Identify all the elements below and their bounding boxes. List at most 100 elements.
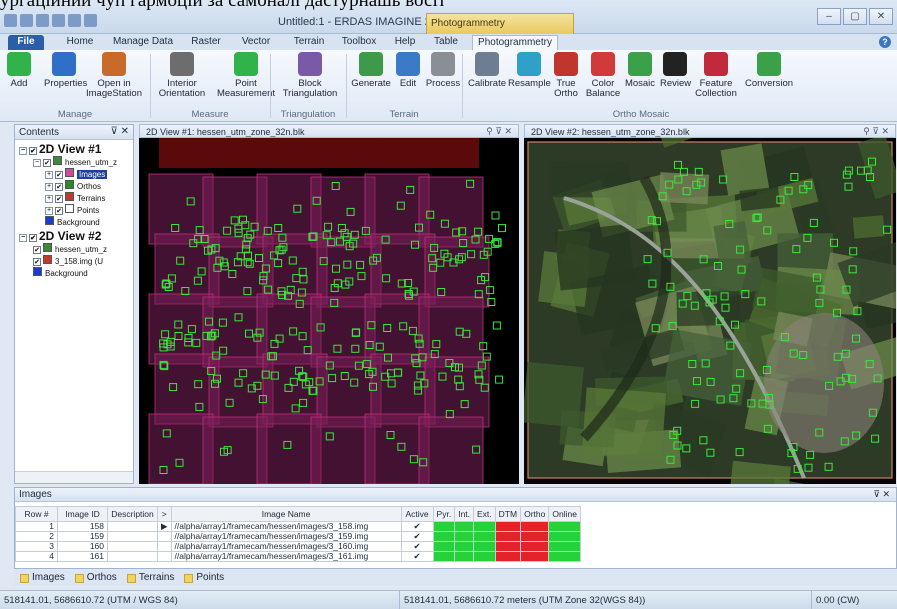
tree-item[interactable]: + ✔ Images <box>45 168 108 180</box>
undo-icon[interactable] <box>52 14 65 27</box>
visibility-checkbox[interactable]: ✔ <box>55 183 63 191</box>
color-balance-button[interactable]: Color Balance <box>585 52 621 108</box>
tab-manage-data[interactable]: Manage Data <box>112 35 174 50</box>
help-icon[interactable]: ? <box>879 36 891 48</box>
ribbon-button-label: Properties <box>44 78 88 89</box>
visibility-checkbox[interactable]: ✔ <box>33 246 41 254</box>
cell-name: //alpha/array1/framecam/hessen/images/3_… <box>170 521 402 532</box>
imagestation-button[interactable]: Open in ImageStation <box>84 52 144 108</box>
process-gear-button[interactable]: Process <box>424 52 462 108</box>
tree-item[interactable]: ✔ hessen_utm_z <box>33 243 107 255</box>
mosaic-button[interactable]: Mosaic <box>623 52 657 108</box>
tab-vector[interactable]: Vector <box>236 35 276 50</box>
feature-collection-icon <box>704 52 728 76</box>
add-button[interactable]: Add <box>2 52 36 108</box>
tree-item[interactable]: Background <box>33 267 88 279</box>
expand-toggle-icon[interactable]: + <box>45 207 53 215</box>
column-header[interactable]: Pyr. <box>432 506 456 522</box>
column-header[interactable]: Active <box>400 506 434 522</box>
triangulation-button[interactable]: Block Triangulation <box>280 52 340 108</box>
generate-button[interactable]: Generate <box>351 52 391 108</box>
true-ortho-button[interactable]: True Ortho <box>551 52 581 108</box>
column-header[interactable]: Image Name <box>170 506 402 522</box>
tab-table[interactable]: Table <box>430 35 462 50</box>
expand-toggle-icon[interactable]: + <box>45 171 53 179</box>
column-header[interactable]: Image ID <box>57 506 108 522</box>
status-cell-green <box>473 551 496 562</box>
field-parcel <box>852 215 885 239</box>
tab-orthos[interactable]: Orthos <box>74 570 117 586</box>
conversion-button[interactable]: Conversion <box>743 52 795 108</box>
expand-toggle-icon[interactable]: + <box>45 195 53 203</box>
save-icon[interactable] <box>36 14 49 27</box>
panel-controls[interactable]: ⊽ ✕ <box>111 126 129 137</box>
column-header[interactable]: > <box>157 506 172 522</box>
table-row[interactable]: 3 160 //alpha/array1/framecam/hessen/image… <box>15 541 581 552</box>
visibility-checkbox[interactable]: ✔ <box>55 195 63 203</box>
tab-home[interactable]: Home <box>60 35 100 50</box>
column-header[interactable]: Ortho <box>520 506 550 522</box>
visibility-checkbox[interactable]: ✔ <box>33 258 41 266</box>
feature-collection-button[interactable]: Feature Collection <box>693 52 739 108</box>
status-cell-red <box>494 541 522 552</box>
edit-button[interactable]: Edit <box>395 52 421 108</box>
color-balance-icon <box>591 52 615 76</box>
column-header[interactable]: DTM <box>494 506 522 522</box>
column-header[interactable]: Ext. <box>473 506 496 522</box>
view1-canvas[interactable] <box>139 138 519 484</box>
visibility-checkbox[interactable]: ✔ <box>55 171 63 179</box>
column-header[interactable]: Row # <box>15 506 58 522</box>
tab-images[interactable]: Images <box>20 570 65 586</box>
tree-item[interactable]: + ✔ Points <box>45 204 99 216</box>
tree-item[interactable]: − ✔ hessen_utm_z <box>33 156 117 168</box>
interior-orientation-button[interactable]: Interior Orientation <box>156 52 208 108</box>
visibility-checkbox[interactable]: ✔ <box>29 147 37 155</box>
column-header[interactable]: Online <box>548 506 581 522</box>
table-row[interactable]: 4 161 //alpha/array1/framecam/hessen/image… <box>15 551 581 562</box>
view2-controls[interactable]: ⚲ ⊽ ✕ <box>863 126 889 137</box>
column-header[interactable]: Int. <box>454 506 475 522</box>
open-icon[interactable] <box>20 14 33 27</box>
tree-item-label: Images <box>77 170 108 179</box>
view2-canvas[interactable] <box>524 138 896 484</box>
tree-item[interactable]: Background <box>45 216 100 228</box>
tree-item[interactable]: ✔ 3_158.img (U <box>33 255 103 267</box>
tab-terrains[interactable]: Terrains <box>126 570 174 586</box>
visibility-checkbox[interactable]: ✔ <box>43 159 51 167</box>
panel-controls[interactable]: ⊽ ✕ <box>873 489 890 500</box>
point-measurement-button[interactable]: Point Measurement <box>214 52 278 108</box>
tab-file[interactable]: File <box>8 35 44 50</box>
tab-raster[interactable]: Raster <box>186 35 226 50</box>
expand-toggle-icon[interactable]: − <box>33 159 41 167</box>
visibility-checkbox[interactable]: ✔ <box>55 207 63 215</box>
image-frame <box>424 236 490 308</box>
expand-toggle-icon[interactable]: − <box>19 234 27 242</box>
cell-desc <box>107 541 158 552</box>
tab-toolbox[interactable]: Toolbox <box>338 35 380 50</box>
view1-controls[interactable]: ⚲ ⊽ ✕ <box>486 126 512 137</box>
resample-button[interactable]: Resample <box>508 52 551 108</box>
tab-photogrammetry[interactable]: Photogrammetry <box>472 35 558 50</box>
app-icon[interactable] <box>4 14 17 27</box>
calibrate-button[interactable]: Calibrate <box>466 52 508 108</box>
ribbon-group-label: Terrain <box>389 109 419 120</box>
table-row[interactable]: 2 159 //alpha/array1/framecam/hessen/image… <box>15 531 581 542</box>
review-button[interactable]: Review <box>660 52 691 108</box>
info-button[interactable]: Properties <box>44 52 88 108</box>
tree-item[interactable]: − ✔ 2D View #1 <box>19 143 101 156</box>
column-header[interactable]: Description <box>107 506 158 522</box>
tab-help[interactable]: Help <box>390 35 420 50</box>
visibility-checkbox[interactable]: ✔ <box>29 234 37 242</box>
status-cell-green <box>548 531 581 542</box>
tree-item[interactable]: − ✔ 2D View #2 <box>19 230 101 243</box>
expand-toggle-icon[interactable]: − <box>19 147 27 155</box>
tab-terrain[interactable]: Terrain <box>288 35 330 50</box>
horizontal-scrollbar[interactable] <box>15 471 133 483</box>
tab-points[interactable]: Points <box>184 570 224 586</box>
tree-item[interactable]: + ✔ Terrains <box>45 192 105 204</box>
redo-icon[interactable] <box>68 14 81 27</box>
print-icon[interactable] <box>84 14 97 27</box>
table-row[interactable]: 1 158 ▶//alpha/array1/framecam/hessen/imag… <box>15 521 581 532</box>
expand-toggle-icon[interactable]: + <box>45 183 53 191</box>
tree-item[interactable]: + ✔ Orthos <box>45 180 101 192</box>
